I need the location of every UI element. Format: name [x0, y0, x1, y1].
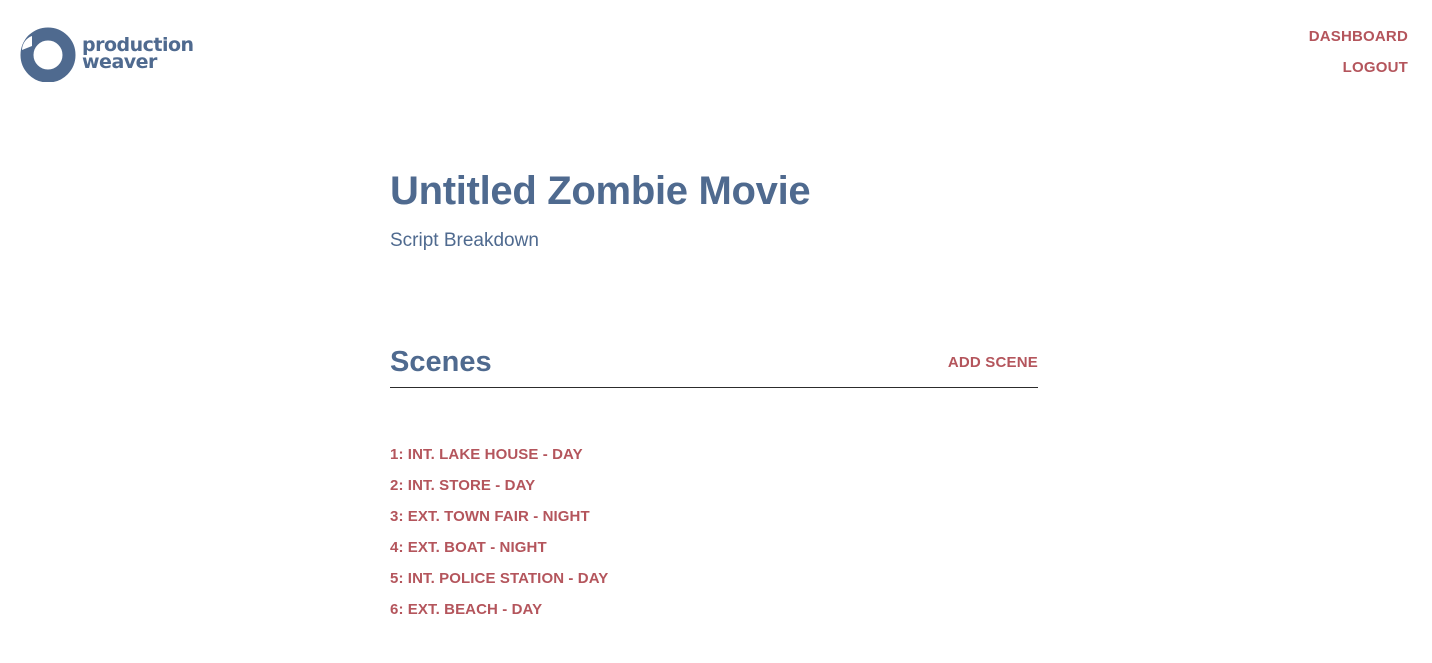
logo-link[interactable]: production weaver: [20, 26, 194, 82]
list-item: 4: EXT. BOAT - NIGHT: [390, 532, 608, 563]
list-item: 1: INT. LAKE HOUSE - DAY: [390, 439, 608, 470]
list-item: 2: INT. STORE - DAY: [390, 470, 608, 501]
dashboard-link[interactable]: DASHBOARD: [1309, 28, 1408, 46]
scene-list: 1: INT. LAKE HOUSE - DAY 2: INT. STORE -…: [390, 439, 608, 625]
list-item: 3: EXT. TOWN FAIR - NIGHT: [390, 501, 608, 532]
scene-link[interactable]: 2: INT. STORE - DAY: [390, 477, 535, 494]
list-item: 5: INT. POLICE STATION - DAY: [390, 563, 608, 594]
page-title: Untitled Zombie Movie: [390, 169, 811, 213]
top-nav: DASHBOARD LOGOUT: [1309, 28, 1408, 77]
brand-line-2: weaver: [82, 51, 157, 73]
page-subtitle: Script Breakdown: [390, 230, 539, 251]
scenes-header: Scenes ADD SCENE: [390, 342, 1038, 388]
production-weaver-logo-icon: [20, 27, 76, 82]
scene-link[interactable]: 1: INT. LAKE HOUSE - DAY: [390, 446, 583, 463]
list-item: 6: EXT. BEACH - DAY: [390, 594, 608, 625]
scene-link[interactable]: 4: EXT. BOAT - NIGHT: [390, 539, 547, 556]
main-content: Untitled Zombie Movie Script Breakdown S…: [390, 166, 1038, 618]
scene-link[interactable]: 5: INT. POLICE STATION - DAY: [390, 570, 608, 587]
scene-link[interactable]: 6: EXT. BEACH - DAY: [390, 601, 542, 618]
brand-wordmark: production weaver: [82, 36, 194, 73]
logout-link[interactable]: LOGOUT: [1343, 59, 1408, 77]
scene-link[interactable]: 3: EXT. TOWN FAIR - NIGHT: [390, 508, 590, 525]
add-scene-button[interactable]: ADD SCENE: [948, 354, 1038, 372]
scenes-heading: Scenes: [390, 346, 492, 378]
